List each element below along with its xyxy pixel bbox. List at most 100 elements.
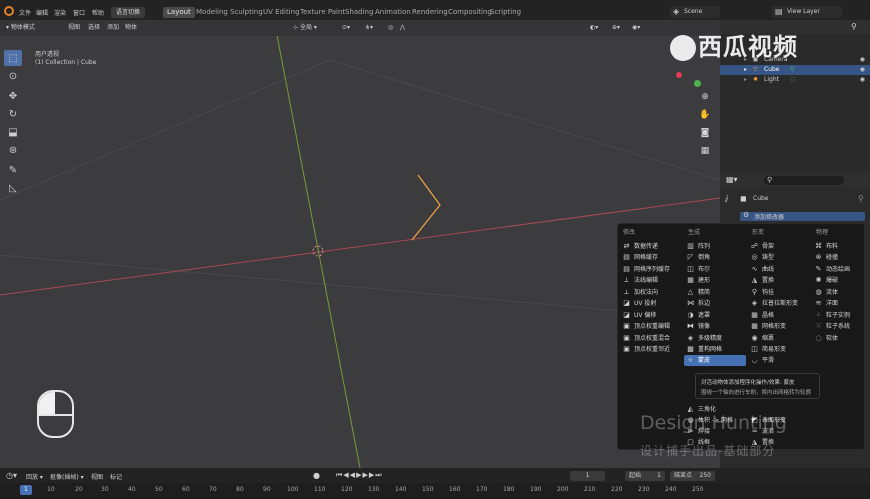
modifier-item[interactable]: ⁙ 粒子系统 <box>814 321 850 332</box>
modifier-item[interactable]: ✎ 动态绘画 <box>814 264 850 275</box>
visibility-icon[interactable]: ◐▾ <box>590 23 598 33</box>
menu-render[interactable]: 渲染 <box>54 8 66 17</box>
orientation-selector[interactable]: ⊹ 全局 ▾ <box>293 23 317 33</box>
eye-icon[interactable]: ◉ <box>860 55 865 65</box>
tab-layout[interactable]: Layout <box>163 7 195 18</box>
modifier-item[interactable]: ☍ 骨架 <box>750 241 774 252</box>
playback-controls[interactable]: ⏮◀◀▶▶▶⏭ <box>336 471 383 480</box>
modifier-item[interactable]: ⚲ 钩挂 <box>750 287 774 298</box>
modifier-item[interactable]: ⟂ 法线编辑 <box>622 275 658 286</box>
nav-gizmo[interactable] <box>672 60 712 105</box>
menu-marker[interactable]: 标记 <box>110 472 122 481</box>
modifier-item[interactable]: ▤ 网格缓存 <box>622 252 658 263</box>
pivot-icon[interactable]: ⊙▾ <box>342 23 350 33</box>
annotate-tool-icon[interactable]: ✎ <box>4 162 22 178</box>
add-modifier-button[interactable]: ⚙ 添加修改器 <box>740 211 865 221</box>
3d-viewport[interactable]: ▾ 物体模式 视图 选择 添加 物体 ⊹ 全局 ▾ ⊙▾ ⋔▾ ◎ ⋀ ◐▾ ⊕… <box>0 20 720 468</box>
camera-view-icon[interactable]: ◙ <box>698 126 712 140</box>
pin-icon[interactable]: ⚲ <box>858 194 864 203</box>
modifier-item[interactable]: ◎ 铸型 <box>750 252 774 263</box>
modifier-item[interactable]: △ 精简 <box>686 287 710 298</box>
modifier-item[interactable]: ▣ 顶点权重混合 <box>622 333 670 344</box>
properties-search[interactable]: ⚲ <box>764 176 844 185</box>
modifier-item[interactable]: ⇄ 数据传递 <box>622 241 658 252</box>
modifier-item[interactable]: ⧓ 镜像 <box>686 321 710 332</box>
modifier-item[interactable]: ◍ 流体 <box>814 287 838 298</box>
current-frame-field[interactable]: 1 <box>570 471 605 481</box>
modifier-item[interactable]: ▦ 网格形变 <box>750 321 786 332</box>
modifier-item[interactable]: ◡ 平滑 <box>750 355 774 366</box>
modifier-item[interactable]: ▣ 顶点权重编辑 <box>622 321 670 332</box>
pan-hand-icon[interactable]: ✋ <box>698 108 712 122</box>
select-tool-icon[interactable]: ⬚ <box>4 50 22 66</box>
modifier-item[interactable]: ◈ 多级精度 <box>686 333 722 344</box>
gizmo-icon[interactable]: ⊕▾ <box>612 23 620 33</box>
scene-selector[interactable]: ◈ Scene <box>670 6 720 18</box>
menu-select[interactable]: 选择 <box>88 23 100 33</box>
modifier-item[interactable]: ◌ 软体 <box>814 333 838 344</box>
move-tool-icon[interactable]: ✥ <box>4 88 22 104</box>
end-frame-field[interactable]: 结束点 250 <box>670 471 715 481</box>
expand-icon[interactable]: ▸ <box>744 65 747 75</box>
modifier-item[interactable]: ▦ 晶格 <box>750 310 774 321</box>
modifier-item[interactable]: ∿ 曲线 <box>750 264 774 275</box>
modifier-item[interactable]: ⌘ 布料 <box>814 241 838 252</box>
ortho-grid-icon[interactable]: ▦ <box>698 144 712 158</box>
blender-logo-icon[interactable] <box>4 6 14 16</box>
modifier-item[interactable]: ◉ 缩裹 <box>750 333 774 344</box>
editor-type-icon[interactable]: ▦▾ <box>726 175 738 184</box>
modifier-item[interactable]: ▥ 阵列 <box>686 241 710 252</box>
overlay-icon[interactable]: ◉▾ <box>632 23 640 33</box>
scale-tool-icon[interactable]: ⬓ <box>4 124 22 140</box>
modifier-item[interactable]: ◸ 倒角 <box>686 252 710 263</box>
modifier-item[interactable]: ⊗ 碰撞 <box>814 252 838 263</box>
filter-icon[interactable]: ⚲ <box>851 22 857 31</box>
modifier-item[interactable]: ✺ 爆破 <box>814 275 838 286</box>
modifier-item[interactable]: ⁘ 粒子实例 <box>814 310 850 321</box>
frame-ruler[interactable]: 1 10 20 30 40 50 60 70 80 90 100 110 120… <box>0 483 870 499</box>
modifier-item[interactable]: ◪ UV 偏移 <box>622 310 656 321</box>
record-button-icon[interactable]: ● <box>313 471 320 480</box>
tab-scripting[interactable]: Scripting <box>486 7 525 18</box>
modifier-item[interactable]: ≋ 洋面 <box>814 298 838 309</box>
modifier-item[interactable]: ◫ 简易形变 <box>750 344 786 355</box>
menu-file[interactable]: 文件 <box>19 8 31 17</box>
menu-keying[interactable]: 抠像(插帧) ▾ <box>50 472 84 481</box>
view-layer-selector[interactable]: ▤ View Layer <box>772 6 842 18</box>
menu-playback[interactable]: 回放 ▾ <box>26 472 43 481</box>
outliner-row[interactable]: ▸ ✹ Light ◌ ◉ <box>720 75 870 85</box>
menu-object[interactable]: 物体 <box>125 23 137 33</box>
menu-window[interactable]: 窗口 <box>73 8 85 17</box>
modifier-item[interactable]: ◮ 置换 <box>750 275 774 286</box>
modifier-item[interactable]: ⟂ 加权法向 <box>622 287 658 298</box>
modifier-item[interactable]: ◫ 布尔 <box>686 264 710 275</box>
eye-icon[interactable]: ◉ <box>860 65 865 75</box>
modifier-item[interactable]: ▩ 重构网格 <box>686 344 722 355</box>
cursor-tool-icon[interactable]: ⊙ <box>4 68 22 84</box>
modifier-item[interactable]: ◑ 遮罩 <box>686 310 710 321</box>
menu-help[interactable]: 帮助 <box>92 8 104 17</box>
mode-selector[interactable]: ▾ 物体模式 <box>6 23 35 33</box>
menu-view[interactable]: 视图 <box>91 472 103 481</box>
outliner-row[interactable]: ▸ ▽ Cube ▽ ◉ <box>720 65 870 75</box>
snap-icon[interactable]: ⋔▾ <box>365 23 373 33</box>
falloff-icon[interactable]: ⋀ <box>400 23 405 33</box>
tool-tab-icon[interactable]: ⅈ <box>725 195 728 205</box>
language-switch-button[interactable]: 语言切换 <box>111 7 146 18</box>
start-frame-field[interactable]: 起始 1 <box>625 471 665 481</box>
menu-view[interactable]: 视图 <box>68 23 80 33</box>
modifier-item[interactable]: ◈ 拉普拉斯形变 <box>750 298 798 309</box>
transform-tool-icon[interactable]: ⊛ <box>4 142 22 158</box>
expand-icon[interactable]: ▸ <box>744 75 747 85</box>
modifier-item-highlighted[interactable]: ⟡ 蒙皮 <box>684 355 746 366</box>
modifier-item[interactable]: ▣ 顶点权重邻近 <box>622 344 670 355</box>
modifier-item[interactable]: ▤ 网格序列缓存 <box>622 264 670 275</box>
menu-add[interactable]: 添加 <box>107 23 119 33</box>
modifier-item[interactable]: ▦ 建形 <box>686 275 710 286</box>
menu-edit[interactable]: 编辑 <box>36 8 48 17</box>
measure-tool-icon[interactable]: ◺ <box>4 180 22 196</box>
eye-icon[interactable]: ◉ <box>860 75 865 85</box>
editor-type-icon[interactable]: ◷▾ <box>6 471 17 480</box>
rotate-tool-icon[interactable]: ↻ <box>4 106 22 122</box>
modifier-item[interactable]: ◪ UV 投射 <box>622 298 656 309</box>
